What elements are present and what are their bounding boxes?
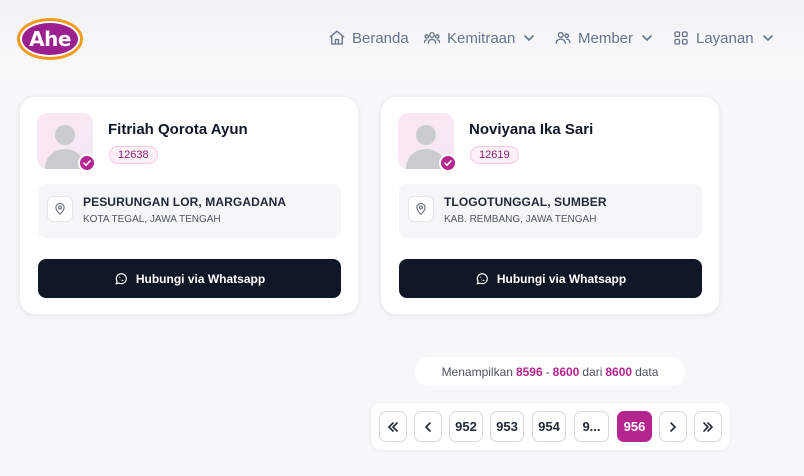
summary-total: 8600	[605, 364, 633, 379]
address-box: PESURUNGAN LOR, MARGADANA KOTA TEGAL, JA…	[38, 184, 341, 238]
location-pin-icon	[408, 196, 434, 222]
whatsapp-contact-button[interactable]: Hubungi via Whatsapp	[399, 259, 702, 298]
users-icon	[423, 29, 441, 47]
pagination: 952 953 954 9... 956	[371, 403, 730, 450]
page-button[interactable]: 952	[449, 411, 483, 442]
nav-item-kemitraan[interactable]: Kemitraan	[423, 28, 535, 48]
location-pin-icon	[47, 196, 73, 222]
whatsapp-icon	[475, 272, 489, 286]
page-button-active[interactable]: 956	[617, 411, 652, 442]
chevron-right-icon	[670, 421, 677, 432]
chevron-down-icon	[523, 32, 535, 44]
member-card: Noviyana Ika Sari 12619 TLOGOTUNGGAL, SU…	[380, 96, 720, 315]
nav-label-kemitraan: Kemitraan	[447, 29, 516, 47]
prev-page-button[interactable]	[414, 411, 442, 442]
whatsapp-button-label: Hubungi via Whatsapp	[135, 271, 266, 286]
member-name: Fitriah Qorota Ayun	[108, 121, 248, 138]
whatsapp-icon	[114, 272, 128, 286]
summary-middle: dari	[582, 364, 603, 379]
user-group-icon	[554, 29, 572, 47]
address-line-1: TLOGOTUNGGAL, SUMBER	[444, 195, 607, 209]
logo[interactable]: Ahe	[17, 18, 83, 60]
whatsapp-button-label: Hubungi via Whatsapp	[496, 271, 627, 286]
grid-icon	[672, 29, 690, 47]
first-page-button[interactable]	[379, 411, 407, 442]
nav-item-layanan[interactable]: Layanan	[672, 28, 774, 48]
results-summary: Menampilkan 8596 - 8600 dari 8600 data	[415, 357, 685, 386]
summary-prefix: Menampilkan	[441, 364, 513, 379]
nav-item-beranda[interactable]: Beranda	[328, 28, 409, 48]
summary-separator: -	[545, 364, 550, 379]
page-button[interactable]: 953	[490, 411, 524, 442]
double-chevron-left-icon	[387, 421, 398, 432]
chevron-down-icon	[762, 32, 774, 44]
whatsapp-contact-button[interactable]: Hubungi via Whatsapp	[38, 259, 341, 298]
logo-text: Ahe	[20, 21, 80, 57]
member-id-badge: 12638	[109, 146, 158, 164]
home-icon	[328, 29, 346, 47]
nav-label-member: Member	[578, 29, 634, 47]
address-line-2: KAB. REMBANG, JAWA TENGAH	[444, 214, 597, 225]
verified-badge-icon	[439, 154, 457, 172]
chevron-left-icon	[424, 421, 431, 432]
chevron-down-icon	[641, 32, 653, 44]
verified-badge-icon	[78, 154, 96, 172]
page-button[interactable]: 954	[532, 411, 566, 442]
next-page-button[interactable]	[659, 411, 687, 442]
header: Ahe Beranda Kemitraan Member Layanan	[0, 0, 804, 80]
member-card: Fitriah Qorota Ayun 12638 PESURUNGAN LOR…	[19, 96, 359, 315]
page-ellipsis-button[interactable]: 9...	[574, 411, 609, 442]
nav-label-beranda: Beranda	[352, 29, 409, 47]
nav-label-layanan: Layanan	[696, 29, 754, 47]
double-chevron-right-icon	[703, 421, 714, 432]
member-id-badge: 12619	[470, 146, 519, 164]
address-line-2: KOTA TEGAL, JAWA TENGAH	[83, 214, 221, 225]
member-name: Noviyana Ika Sari	[469, 121, 594, 138]
summary-range-start: 8596	[515, 364, 543, 379]
nav-item-member[interactable]: Member	[554, 28, 653, 48]
last-page-button[interactable]	[694, 411, 722, 442]
summary-range-end: 8600	[552, 364, 580, 379]
summary-suffix: data	[635, 364, 659, 379]
address-box: TLOGOTUNGGAL, SUMBER KAB. REMBANG, JAWA …	[399, 184, 702, 238]
address-line-1: PESURUNGAN LOR, MARGADANA	[83, 195, 287, 209]
